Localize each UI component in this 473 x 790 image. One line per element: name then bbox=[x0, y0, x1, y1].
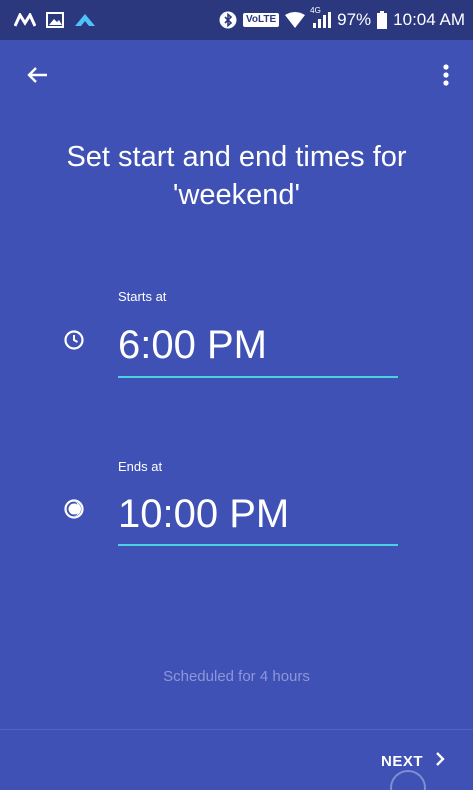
network-type: 4G bbox=[310, 6, 321, 15]
maps-icon bbox=[14, 13, 36, 27]
title-line-1: Set start and end times for bbox=[66, 141, 407, 173]
app-notification-icon bbox=[74, 13, 96, 27]
end-time-field[interactable]: 10:00 PM bbox=[118, 491, 289, 537]
battery-percent: 97% bbox=[337, 10, 372, 29]
status-bar: VoLTE 4G 97% 10:04 AM bbox=[0, 0, 473, 40]
battery-icon bbox=[377, 11, 388, 29]
start-time-field[interactable]: 6:00 PM bbox=[118, 322, 267, 368]
chevron-right-icon bbox=[435, 751, 445, 771]
footer-divider bbox=[0, 729, 473, 730]
status-right-icons: VoLTE 4G 97% 10:04 AM bbox=[219, 6, 465, 30]
more-options-button[interactable] bbox=[431, 62, 461, 92]
start-time-underline bbox=[118, 376, 398, 378]
back-button[interactable] bbox=[22, 62, 52, 92]
schedule-summary: Scheduled for 4 hours bbox=[163, 668, 310, 685]
signal-icon: 4G bbox=[310, 6, 332, 28]
moon-clock-icon bbox=[62, 497, 86, 521]
app-bar bbox=[0, 40, 473, 116]
status-time: 10:04 AM bbox=[393, 10, 465, 29]
arrow-left-icon bbox=[26, 66, 48, 89]
gallery-icon bbox=[46, 12, 64, 28]
more-vert-icon bbox=[443, 63, 449, 91]
end-time-underline bbox=[118, 544, 398, 546]
start-time-label: Starts at bbox=[118, 289, 167, 304]
volte-badge: VoLTE bbox=[242, 13, 280, 27]
title-line-2: 'weekend' bbox=[172, 179, 301, 211]
wifi-icon bbox=[285, 12, 306, 28]
clock-icon bbox=[62, 328, 86, 352]
status-left-icons bbox=[14, 12, 96, 28]
bluetooth-icon bbox=[219, 11, 237, 29]
end-time-label: Ends at bbox=[118, 459, 163, 474]
page-title: Set start and end times for 'weekend' bbox=[20, 138, 453, 214]
next-button-label: NEXT bbox=[380, 752, 423, 770]
